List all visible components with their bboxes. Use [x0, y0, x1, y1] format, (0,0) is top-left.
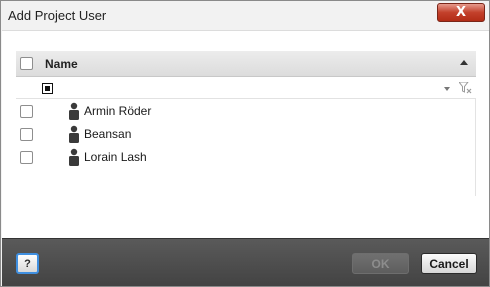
help-label: ?: [24, 257, 31, 270]
help-button[interactable]: ?: [16, 253, 39, 274]
users-grid: Name Armin Röder Beansan Lorain Lash: [16, 51, 476, 196]
dialog-footer: ? OK Cancel: [2, 238, 489, 286]
user-name: Armin Röder: [84, 104, 152, 118]
filter-row-indicator-icon: [42, 83, 53, 94]
close-icon: X: [455, 5, 467, 20]
window-title: Add Project User: [8, 8, 107, 23]
add-project-user-dialog: Add Project User X Name Armin Röder Bean…: [0, 0, 490, 287]
row-checkbox[interactable]: [20, 128, 33, 141]
title-bar: Add Project User X: [1, 1, 489, 30]
table-row[interactable]: Lorain Lash: [16, 146, 476, 169]
grid-header: Name: [16, 51, 476, 77]
user-name: Lorain Lash: [84, 150, 147, 164]
row-checkbox[interactable]: [20, 151, 33, 164]
user-icon: [69, 125, 79, 143]
select-all-checkbox[interactable]: [20, 57, 33, 70]
cancel-button[interactable]: Cancel: [421, 253, 477, 274]
clear-filter-icon[interactable]: [459, 82, 472, 94]
dialog-content: Name Armin Röder Beansan Lorain Lash: [2, 30, 489, 238]
ok-button[interactable]: OK: [352, 253, 409, 274]
filter-row: [16, 77, 476, 99]
column-header-name[interactable]: Name: [45, 57, 78, 71]
ok-label: OK: [371, 256, 390, 271]
sort-ascending-icon[interactable]: [460, 60, 468, 65]
user-icon: [69, 148, 79, 166]
close-button[interactable]: X: [437, 3, 485, 22]
user-name: Beansan: [84, 127, 132, 141]
user-icon: [69, 102, 79, 120]
table-row[interactable]: Beansan: [16, 123, 476, 146]
cancel-label: Cancel: [429, 256, 469, 271]
filter-dropdown-chevron-down-icon[interactable]: [444, 87, 450, 91]
table-row[interactable]: Armin Röder: [16, 100, 476, 123]
row-checkbox[interactable]: [20, 105, 33, 118]
